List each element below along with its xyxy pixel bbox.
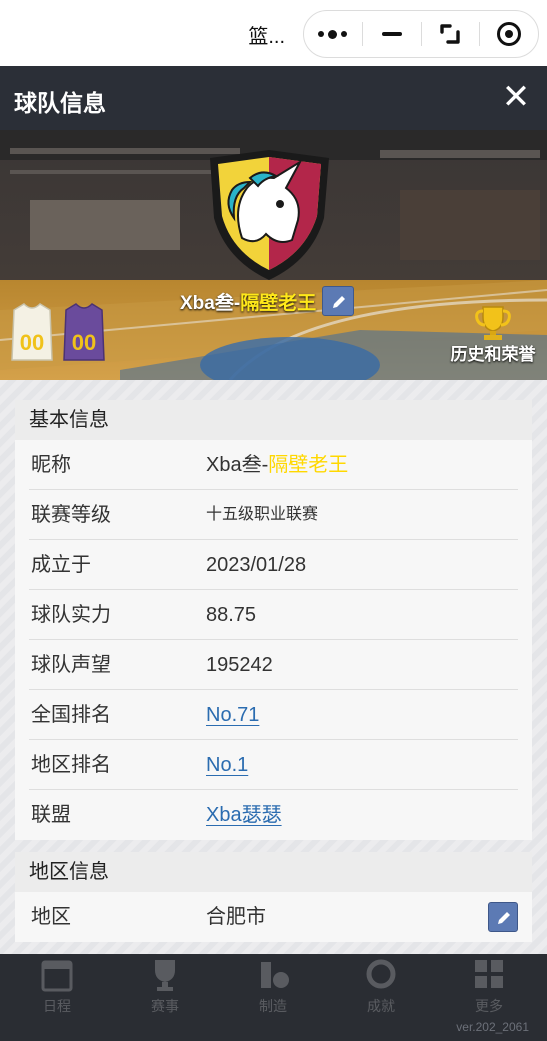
info-row-league-level: 联赛等级 十五级职业联赛 — [29, 490, 518, 540]
info-row-national-rank: 全国排名 No.71 — [29, 690, 518, 740]
switch-button[interactable] — [422, 11, 480, 57]
grid-icon — [475, 960, 503, 988]
bottom-tab-bar: 日程 赛事 制造 成就 更多 ver.202_2061 — [0, 954, 547, 1041]
row-value: 195242 — [206, 654, 273, 676]
basic-info-header: 基本信息 — [15, 400, 532, 440]
info-row-nickname: 昵称 Xba叁-隔壁老王 — [29, 440, 518, 490]
info-row-reputation: 球队声望 195242 — [29, 640, 518, 690]
tab-label: 成就 — [367, 998, 395, 1014]
jersey-icon: 00 00 — [11, 303, 105, 361]
dialog-header: 球队信息 ✕ — [0, 66, 547, 130]
build-icon — [261, 962, 289, 988]
info-row-strength: 球队实力 88.75 — [29, 590, 518, 640]
more-button[interactable] — [304, 11, 362, 57]
dialog-title: 球队信息 — [14, 90, 106, 116]
regional-rank-link[interactable]: No.1 — [206, 740, 248, 790]
tab-events[interactable]: 赛事 — [130, 954, 200, 1024]
mini-program-top-bar: 篮... — [0, 0, 547, 66]
team-jerseys[interactable]: 00 00 — [10, 302, 110, 364]
row-value: 88.75 — [206, 604, 257, 626]
more-dots-icon — [318, 29, 348, 39]
team-name: Xba叁-隔壁老王 — [180, 285, 355, 319]
tab-label: 赛事 — [151, 998, 179, 1014]
row-value: Xba叁-隔壁老王 — [206, 440, 348, 490]
edit-team-name-button[interactable] — [322, 285, 355, 316]
capsule-menu — [303, 10, 539, 58]
exit-button[interactable] — [480, 11, 538, 57]
minimize-icon — [381, 32, 402, 36]
row-label: 全国排名 — [31, 704, 111, 726]
tab-label: 更多 — [475, 998, 503, 1014]
tab-achievements[interactable]: 成就 — [346, 954, 416, 1024]
info-row-regional-rank: 地区排名 No.1 — [29, 740, 518, 790]
row-label: 联盟 — [31, 804, 71, 826]
row-label: 地区 — [31, 906, 71, 928]
nickname-highlight: 隔壁老王 — [268, 454, 349, 476]
edit-region-button[interactable] — [488, 902, 518, 932]
team-name-highlight: 隔壁老王 — [240, 293, 317, 314]
nickname-prefix: Xba叁- — [206, 454, 269, 476]
pencil-icon — [498, 912, 510, 924]
row-label: 联赛等级 — [31, 504, 111, 526]
tab-label: 日程 — [43, 998, 71, 1014]
history-honors-button[interactable]: 历史和荣誉 — [445, 305, 541, 365]
pencil-icon — [333, 295, 346, 308]
team-info-content: 基本信息 昵称 Xba叁-隔壁老王 联赛等级 十五级职业联赛 成立于 2023/… — [0, 380, 547, 954]
row-value: 合肥市 — [206, 906, 266, 928]
row-label: 昵称 — [31, 454, 71, 476]
medal-icon — [366, 959, 396, 989]
row-label: 地区排名 — [31, 754, 111, 776]
jersey-number-away: 00 — [72, 330, 96, 355]
trophy-icon — [475, 306, 511, 340]
tab-manufacture[interactable]: 制造 — [238, 954, 308, 1024]
alliance-link[interactable]: Xba瑟瑟 — [206, 790, 282, 840]
switch-icon — [440, 24, 461, 44]
jersey-number-home: 00 — [20, 330, 44, 355]
app-title: 篮... — [248, 26, 285, 48]
version-label: ver.202_2061 — [456, 1020, 529, 1034]
basic-info-section: 基本信息 昵称 Xba叁-隔壁老王 联赛等级 十五级职业联赛 成立于 2023/… — [15, 400, 532, 840]
tab-more[interactable]: 更多 — [454, 954, 524, 1024]
minimize-button[interactable] — [363, 11, 421, 57]
row-label: 成立于 — [31, 554, 91, 576]
calendar-icon — [41, 960, 73, 992]
trophy-outline-icon — [155, 960, 175, 991]
row-label: 球队实力 — [31, 604, 111, 626]
info-row-region: 地区 合肥市 — [29, 892, 518, 942]
tab-label: 制造 — [259, 998, 287, 1014]
record-circle-icon — [497, 22, 522, 46]
region-info-section: 地区信息 地区 合肥市 — [15, 852, 532, 942]
team-logo-unicorn — [210, 150, 329, 280]
info-row-alliance: 联盟 Xba瑟瑟 — [29, 790, 518, 840]
team-name-prefix: Xba叁- — [180, 293, 241, 314]
team-banner: Xba叁-隔壁老王 00 00 历史和荣誉 — [0, 130, 547, 380]
tab-schedule[interactable]: 日程 — [22, 954, 92, 1024]
row-value: 十五级职业联赛 — [206, 506, 319, 523]
history-honors-label: 历史和荣誉 — [450, 345, 536, 364]
info-row-founded: 成立于 2023/01/28 — [29, 540, 518, 590]
close-icon[interactable]: ✕ — [501, 80, 531, 114]
row-value: 2023/01/28 — [206, 554, 307, 576]
row-label: 球队声望 — [31, 654, 111, 676]
region-info-header: 地区信息 — [15, 852, 532, 892]
national-rank-link[interactable]: No.71 — [206, 690, 259, 740]
